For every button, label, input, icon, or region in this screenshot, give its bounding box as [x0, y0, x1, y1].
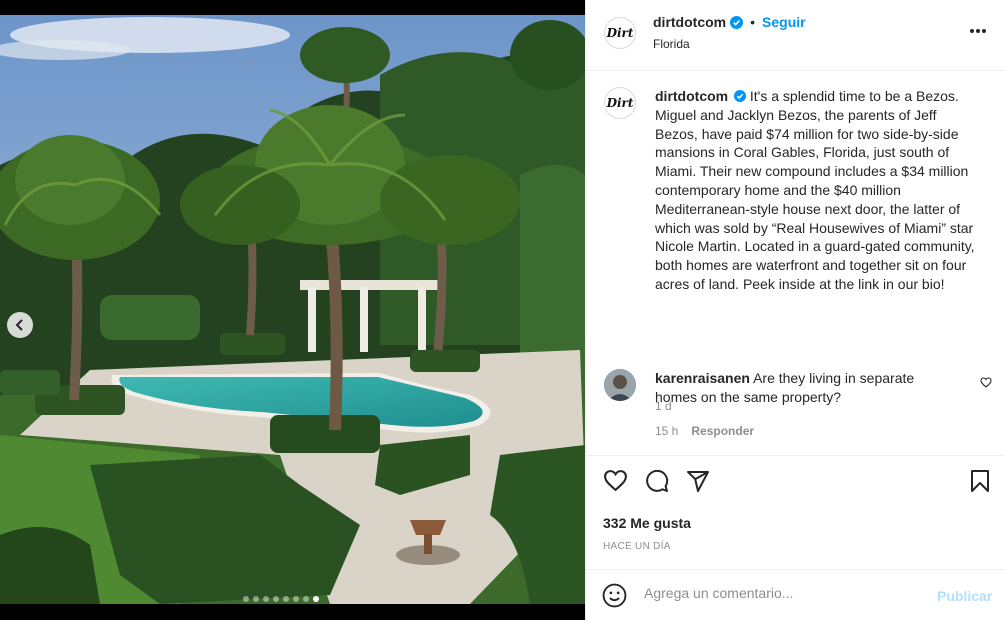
comment-heart-icon[interactable] — [980, 377, 992, 388]
post-location[interactable]: Florida — [653, 37, 690, 51]
carousel-dot — [263, 596, 269, 602]
post-side-panel: Dirt dirtdotcom • Seguir Florida Dirt di… — [585, 0, 1005, 620]
add-comment-bar: Publicar — [586, 569, 1005, 620]
caption-username[interactable]: dirtdotcom — [655, 88, 728, 104]
comment-time[interactable]: 15 h — [655, 424, 678, 438]
carousel-indicator — [243, 596, 319, 602]
commenter-photo — [604, 369, 636, 401]
more-options-icon[interactable] — [969, 28, 987, 34]
post-caption: dirtdotcom It's a splendid time to be a … — [655, 87, 980, 294]
author-line: dirtdotcom • Seguir — [653, 14, 806, 30]
carousel-dot — [283, 596, 289, 602]
carousel-dot-active — [313, 596, 319, 602]
caption-author-avatar[interactable]: Dirt — [604, 87, 636, 119]
commenter-avatar[interactable] — [604, 369, 636, 401]
carousel-dot — [243, 596, 249, 602]
bottom-black-bar — [0, 604, 585, 620]
carousel-dot — [253, 596, 259, 602]
verified-badge-icon — [734, 90, 746, 102]
share-send-icon[interactable] — [686, 469, 710, 493]
previous-photo-button[interactable] — [7, 312, 33, 338]
post-header: Dirt dirtdotcom • Seguir Florida — [586, 0, 1005, 71]
author-username[interactable]: dirtdotcom — [653, 14, 726, 30]
post-actions: 332 Me gusta HACE UN DÍA — [586, 455, 1005, 569]
carousel-dot — [273, 596, 279, 602]
comment-bubble-icon[interactable] — [645, 469, 669, 493]
carousel-dot — [303, 596, 309, 602]
garden-pool-image — [0, 15, 585, 604]
carousel-dot — [293, 596, 299, 602]
avatar-logo-text: Dirt — [606, 96, 634, 110]
reply-button[interactable]: Responder — [691, 424, 754, 438]
comment-meta: 15 h Responder — [655, 424, 754, 438]
verified-badge-icon — [730, 15, 744, 29]
save-bookmark-icon[interactable] — [970, 469, 990, 493]
avatar-logo-text: Dirt — [606, 26, 634, 40]
posted-time[interactable]: HACE UN DÍA — [603, 541, 671, 552]
comment-body: karenraisanen Are they living in separat… — [655, 369, 955, 407]
like-count[interactable]: 332 Me gusta — [603, 515, 691, 531]
emoji-icon[interactable] — [602, 583, 627, 608]
comment-input[interactable] — [644, 585, 924, 601]
follow-button[interactable]: Seguir — [762, 14, 806, 30]
author-avatar[interactable]: Dirt — [604, 17, 636, 49]
like-heart-icon[interactable] — [603, 469, 628, 492]
caption-text: It's a splendid time to be a Bezos. Migu… — [655, 88, 975, 292]
commenter-username[interactable]: karenraisanen — [655, 370, 750, 386]
publish-button[interactable]: Publicar — [937, 588, 992, 604]
separator-dot: • — [750, 14, 756, 30]
post-photo[interactable] — [0, 15, 585, 604]
chevron-left-icon — [15, 319, 23, 331]
